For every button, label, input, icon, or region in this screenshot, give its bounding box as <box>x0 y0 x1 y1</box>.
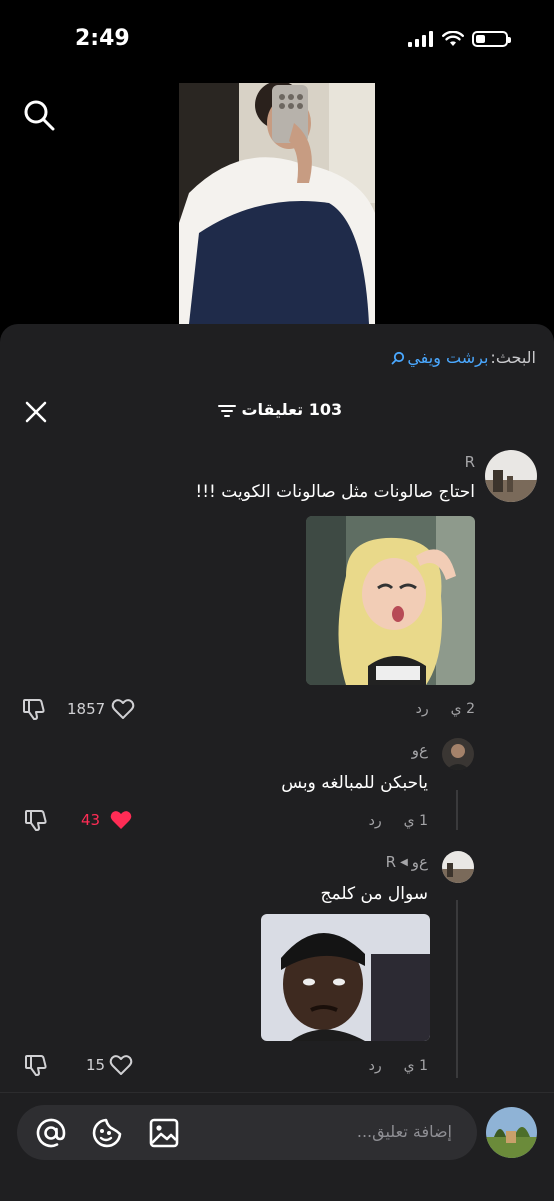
avatar[interactable] <box>485 450 537 502</box>
search-small-icon <box>391 351 405 364</box>
battery-icon <box>472 31 511 47</box>
reply-button[interactable]: رد <box>416 701 429 717</box>
reply-username-row: ﻉﻭ ◀ R <box>386 853 428 871</box>
reply-thread-line <box>456 790 458 830</box>
reply-to-username[interactable]: R <box>386 853 396 871</box>
my-avatar[interactable] <box>486 1107 537 1158</box>
reply-time: 1 ي <box>403 813 428 829</box>
status-time: 2:49 <box>75 26 130 51</box>
like-count: 1857 <box>67 700 106 718</box>
emoji-sticker-icon[interactable] <box>91 1117 123 1149</box>
like-count: 15 <box>86 1056 106 1074</box>
reply-time: 1 ي <box>403 1058 428 1074</box>
reply-arrow-icon: ◀ <box>400 856 408 868</box>
reply-username[interactable]: ﻉﻭ <box>412 741 428 759</box>
reply-button[interactable]: رد <box>369 813 382 829</box>
search-icon[interactable] <box>22 98 56 132</box>
comment-count: 103 تعليقات <box>241 400 343 419</box>
reply-gif[interactable] <box>261 914 430 1041</box>
comments-header[interactable]: 103 تعليقات <box>0 400 554 419</box>
avatar[interactable] <box>442 738 474 770</box>
comment-meta: 2 ي رد <box>416 701 475 717</box>
comment-time: 2 ي <box>450 701 475 717</box>
reply-text: ياحبكن للمبالغه وبس <box>281 773 428 793</box>
comment-input-placeholder[interactable]: إضافة تعليق... <box>357 1122 452 1141</box>
image-icon[interactable] <box>148 1117 180 1149</box>
search-hint-label: البحث: <box>490 348 536 367</box>
signal-icon <box>408 31 433 47</box>
avatar[interactable] <box>442 851 474 883</box>
search-suggestion[interactable]: البحث: برشت ويفي <box>391 348 536 367</box>
reply-thread-line <box>456 900 458 1078</box>
reply-username[interactable]: ﻉﻭ <box>412 853 428 871</box>
reply-meta: 1 ي رد <box>369 1058 428 1074</box>
search-hint-keyword[interactable]: برشت ويفي <box>407 348 488 367</box>
reply-button[interactable]: رد <box>369 1058 382 1074</box>
dislike-icon[interactable] <box>24 1053 48 1077</box>
status-icons <box>408 31 511 47</box>
reply-meta: 1 ي رد <box>369 813 428 829</box>
reply-text: سوال من كلمج <box>320 884 428 904</box>
like-count: 43 <box>81 811 101 829</box>
dislike-icon[interactable] <box>24 808 48 832</box>
filter-icon[interactable] <box>217 404 236 418</box>
close-icon[interactable] <box>24 400 48 424</box>
heart-icon[interactable] <box>109 1053 133 1077</box>
comment-gif[interactable] <box>306 516 475 685</box>
comment-text: احتاج صالونات مثل صالونات الكويت !!! <box>195 482 475 502</box>
dislike-icon[interactable] <box>22 697 46 721</box>
mention-icon[interactable] <box>35 1117 67 1149</box>
comment-username[interactable]: R <box>465 453 475 471</box>
wifi-icon <box>442 31 464 46</box>
video-thumbnail[interactable] <box>179 83 375 324</box>
heart-filled-icon[interactable] <box>109 808 133 832</box>
heart-icon[interactable] <box>111 697 135 721</box>
